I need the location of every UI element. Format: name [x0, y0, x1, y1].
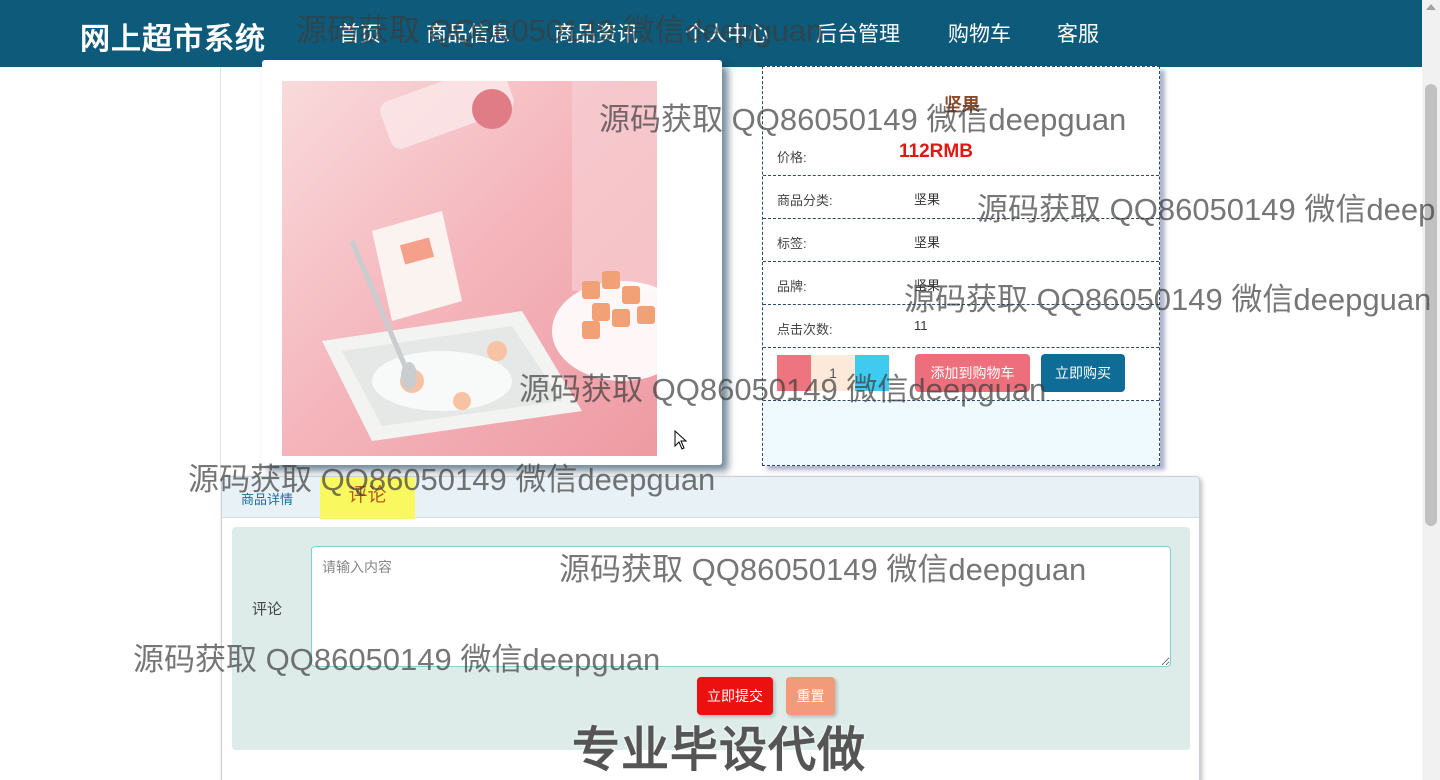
- product-image: [282, 81, 657, 456]
- tab-header: 商品详情 评论: [222, 477, 1199, 519]
- comment-label: 评论: [252, 601, 283, 618]
- tag-value: 坚果: [914, 235, 941, 250]
- product-name: 坚果: [944, 95, 980, 115]
- quantity-decrease-button[interactable]: [777, 355, 811, 391]
- brand-label: 品牌:: [777, 279, 807, 294]
- add-to-cart-button[interactable]: 添加到购物车: [915, 354, 1030, 392]
- comment-textarea[interactable]: [311, 546, 1171, 667]
- scroll-up-arrow-icon[interactable]: [1426, 4, 1436, 10]
- quantity-increase-button[interactable]: [855, 355, 889, 391]
- scrollbar-thumb[interactable]: [1425, 84, 1437, 526]
- watermark-banner: 专业毕设代做: [572, 724, 867, 777]
- tag-row: 标签: 坚果: [763, 219, 1159, 262]
- category-row: 商品分类: 坚果: [763, 176, 1159, 219]
- mouse-cursor-icon: [674, 430, 688, 450]
- buy-now-button[interactable]: 立即购买: [1041, 354, 1125, 392]
- nav-item-admin[interactable]: 后台管理: [816, 18, 900, 67]
- tag-label: 标签:: [777, 236, 807, 251]
- quantity-value[interactable]: 1: [811, 355, 855, 391]
- product-info-panel: 坚果 价格: 112RMB 商品分类: 坚果 标签: 坚果 品牌: 坚果 点击次…: [762, 66, 1160, 466]
- price-value: 112RMB: [899, 141, 973, 162]
- clicks-row: 点击次数: 11: [763, 305, 1159, 348]
- top-navbar: 网上超市系统 首页 商品信息 商品资讯 个人中心 后台管理 购物车 客服: [0, 0, 1422, 67]
- tab-product-details[interactable]: 商品详情: [241, 489, 293, 508]
- nav-item-cart[interactable]: 购物车: [948, 18, 1011, 67]
- info-panel-footer: [763, 401, 1159, 465]
- content-divider: [220, 67, 221, 477]
- category-value: 坚果: [914, 192, 941, 207]
- price-row: 价格: 112RMB: [763, 133, 1159, 176]
- site-brand[interactable]: 网上超市系统: [80, 14, 266, 58]
- brand-value: 坚果: [914, 278, 941, 293]
- clicks-label: 点击次数:: [777, 322, 833, 337]
- category-label: 商品分类:: [777, 193, 833, 208]
- tab-comments[interactable]: 评论: [320, 477, 415, 519]
- product-photo-illustration: [282, 81, 657, 456]
- brand-row: 品牌: 坚果: [763, 262, 1159, 305]
- clicks-value: 11: [914, 318, 928, 333]
- nav-item-service[interactable]: 客服: [1057, 18, 1099, 67]
- quantity-stepper: 1: [777, 355, 889, 391]
- price-label: 价格:: [777, 150, 807, 165]
